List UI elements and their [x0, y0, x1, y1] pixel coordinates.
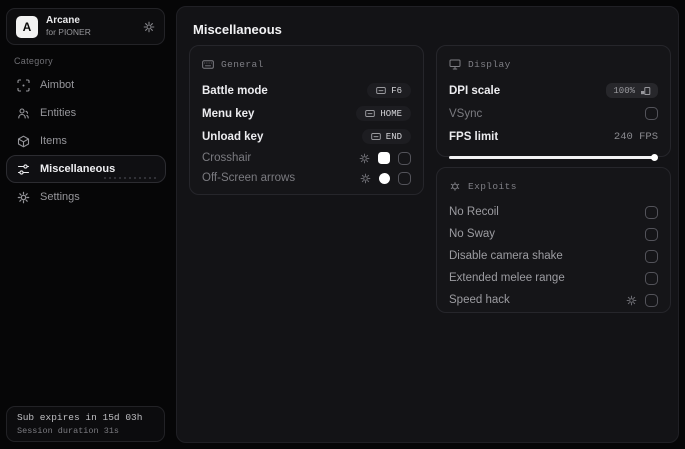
- display-card-header: Display: [449, 56, 658, 72]
- offscreen-arrows-label: Off-Screen arrows: [202, 172, 296, 184]
- app-text: Arcane for PIONER: [46, 15, 91, 38]
- keybind-value: F6: [391, 85, 402, 96]
- setting-row-crosshair: Crosshair: [202, 148, 411, 168]
- gear-icon[interactable]: [143, 21, 155, 33]
- display-scale-icon: [640, 86, 651, 96]
- sidebar-item-label: Aimbot: [40, 79, 75, 91]
- general-card-header: General: [202, 56, 411, 72]
- bug-icon: [449, 180, 461, 192]
- fps-limit-slider[interactable]: [449, 153, 658, 161]
- offscreen-arrows-color-swatch[interactable]: [379, 172, 390, 184]
- page-title: Miscellaneous: [193, 22, 282, 37]
- app-window: A Arcane for PIONER Category Aimbot Enti…: [0, 0, 685, 449]
- slider-knob[interactable]: [651, 153, 658, 161]
- sidebar: A Arcane for PIONER Category Aimbot Enti…: [0, 0, 172, 449]
- battle-mode-keybind-chip[interactable]: F6: [367, 83, 411, 98]
- category-label: Category: [14, 56, 53, 66]
- setting-row-dpi-scale: DPI scale 100%: [449, 79, 658, 102]
- keybind-value: HOME: [380, 108, 402, 119]
- cube-icon: [17, 135, 30, 148]
- sliders-icon: [17, 163, 30, 176]
- subscription-card: Sub expires in 15d 03h Session duration …: [6, 406, 165, 442]
- monitor-icon: [449, 59, 461, 70]
- session-duration-text: Session duration 31s: [17, 426, 120, 436]
- sidebar-item-miscellaneous[interactable]: Miscellaneous: [6, 155, 166, 183]
- entities-icon: [17, 107, 30, 120]
- gear-icon[interactable]: [360, 173, 371, 184]
- crosshair-color-swatch[interactable]: [378, 152, 390, 164]
- vsync-checkbox[interactable]: [645, 107, 658, 120]
- extended-melee-range-checkbox[interactable]: [645, 271, 658, 285]
- setting-row-fps-limit: FPS limit 240 FPS: [449, 125, 658, 148]
- no-sway-checkbox[interactable]: [645, 227, 658, 241]
- extended-melee-range-label: Extended melee range: [449, 272, 565, 284]
- vsync-label: VSync: [449, 107, 483, 120]
- menu-key-label: Menu key: [202, 107, 255, 120]
- unload-key-keybind-chip[interactable]: END: [361, 129, 411, 144]
- setting-row-speed-hack: Speed hack: [449, 289, 658, 311]
- app-logo: A: [16, 15, 38, 38]
- fps-limit-value: 240 FPS: [613, 130, 658, 143]
- setting-row-battle-mode: Battle mode F6: [202, 79, 411, 102]
- slider-track[interactable]: [449, 155, 656, 159]
- sub-expires-text: Sub expires in 15d 03h: [17, 412, 143, 423]
- dpi-scale-label: DPI scale: [449, 84, 501, 97]
- app-header-card: A Arcane for PIONER: [6, 8, 165, 45]
- sidebar-item-label: Miscellaneous: [40, 163, 116, 175]
- battle-mode-label: Battle mode: [202, 84, 268, 97]
- setting-row-extended-melee-range: Extended melee range: [449, 267, 658, 289]
- setting-row-disable-camera-shake: Disable camera shake: [449, 245, 658, 267]
- crosshair-scan-icon: [17, 78, 30, 92]
- display-header-label: Display: [468, 58, 511, 70]
- no-recoil-label: No Recoil: [449, 206, 499, 218]
- gear-icon[interactable]: [626, 295, 637, 306]
- setting-row-no-sway: No Sway: [449, 223, 658, 245]
- dpi-scale-chip[interactable]: 100%: [606, 83, 658, 98]
- general-card: General Battle mode F6 Menu key HOME Unl…: [189, 45, 424, 195]
- exploits-header-label: Exploits: [468, 180, 517, 192]
- sidebar-item-entities[interactable]: Entities: [6, 99, 166, 127]
- app-subtitle: for PIONER: [46, 27, 91, 38]
- fps-limit-label: FPS limit: [449, 130, 499, 143]
- crosshair-checkbox[interactable]: [398, 151, 411, 165]
- no-sway-label: No Sway: [449, 228, 496, 240]
- disable-camera-shake-label: Disable camera shake: [449, 250, 563, 262]
- offscreen-arrows-checkbox[interactable]: [398, 171, 411, 185]
- gear-icon[interactable]: [359, 153, 370, 164]
- general-header-label: General: [221, 58, 264, 70]
- setting-row-no-recoil: No Recoil: [449, 201, 658, 223]
- crosshair-label: Crosshair: [202, 152, 252, 164]
- display-card: Display DPI scale 100% VSync FPS limit 2…: [436, 45, 671, 161]
- selected-item-dots-decoration: [104, 177, 156, 179]
- sidebar-nav: Aimbot Entities Items Miscellaneous Sett…: [6, 71, 166, 211]
- unload-key-label: Unload key: [202, 130, 264, 143]
- keyboard-icon: [376, 87, 386, 94]
- setting-row-unload-key: Unload key END: [202, 125, 411, 148]
- disable-camera-shake-checkbox[interactable]: [645, 249, 658, 263]
- setting-row-offscreen-arrows: Off-Screen arrows: [202, 168, 411, 188]
- sidebar-item-label: Settings: [40, 191, 80, 203]
- main-panel: Miscellaneous General Battle mode F6 Men…: [176, 6, 679, 443]
- no-recoil-checkbox[interactable]: [645, 205, 658, 219]
- speed-hack-label: Speed hack: [449, 294, 510, 306]
- exploits-card: Exploits No Recoil No Sway Disable camer…: [436, 167, 671, 313]
- keyboard-icon: [365, 110, 376, 117]
- gear-icon: [17, 191, 30, 204]
- keyboard-icon: [371, 133, 381, 140]
- speed-hack-checkbox[interactable]: [645, 293, 658, 307]
- sidebar-item-label: Items: [40, 135, 67, 147]
- menu-key-keybind-chip[interactable]: HOME: [356, 106, 411, 121]
- app-title: Arcane: [46, 14, 80, 26]
- sidebar-item-aimbot[interactable]: Aimbot: [6, 71, 166, 99]
- sidebar-item-label: Entities: [40, 107, 77, 119]
- keybind-value: END: [385, 131, 402, 142]
- setting-row-vsync: VSync: [449, 102, 658, 125]
- setting-row-menu-key: Menu key HOME: [202, 102, 411, 125]
- exploits-card-header: Exploits: [449, 178, 658, 194]
- sidebar-item-items[interactable]: Items: [6, 127, 166, 155]
- dpi-scale-value: 100%: [613, 85, 635, 96]
- sidebar-item-settings[interactable]: Settings: [6, 183, 166, 211]
- keyboard-icon: [202, 59, 214, 69]
